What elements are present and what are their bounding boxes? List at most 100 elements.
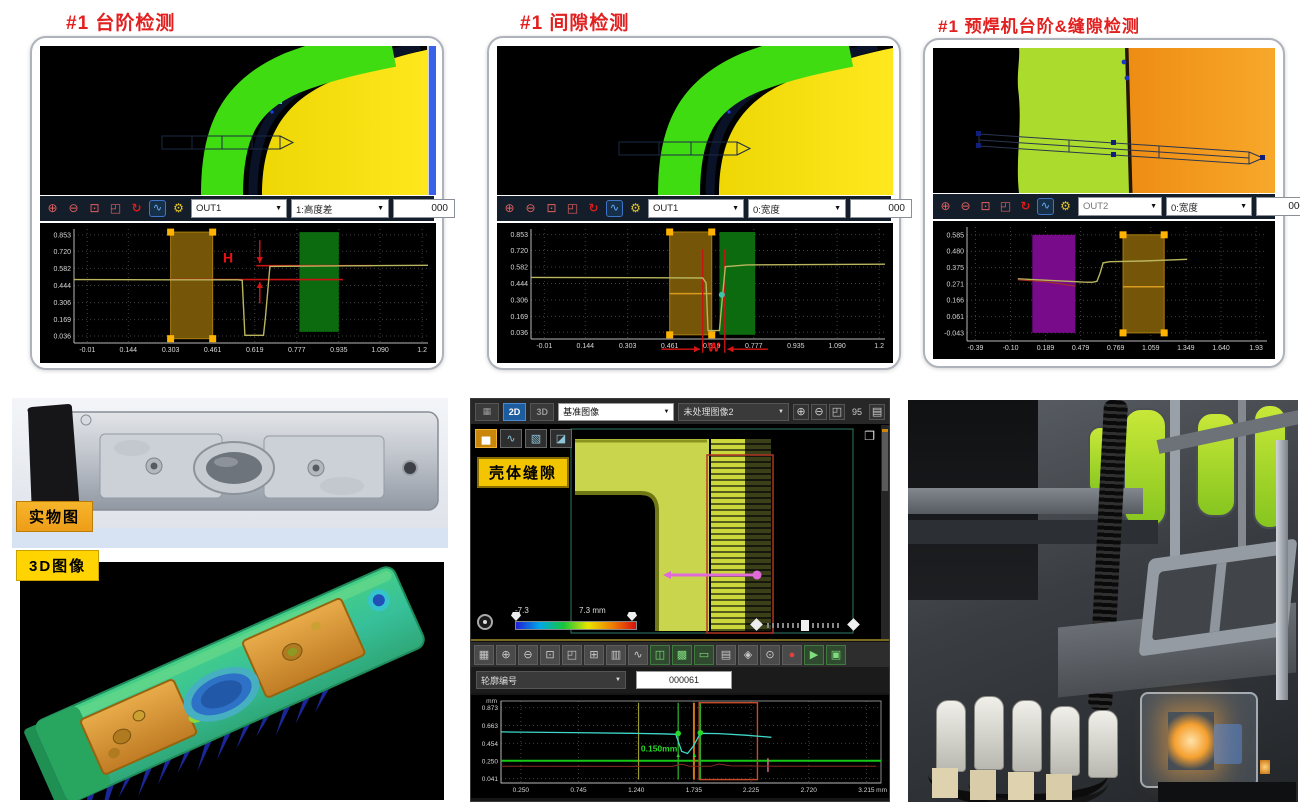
export-icon[interactable]: ▤ <box>869 404 885 420</box>
svg-text:-0.10: -0.10 <box>1003 345 1019 352</box>
zoom-area-icon[interactable]: ⊡ <box>540 645 560 665</box>
zoom-out-icon[interactable]: ⊖ <box>65 200 82 217</box>
fullscreen-icon[interactable]: ❐ <box>864 429 875 443</box>
profile-graph-icon[interactable]: ∿ <box>500 429 522 448</box>
color-mode-icon[interactable] <box>477 614 493 630</box>
palette-icon[interactable]: ⚙ <box>627 200 644 217</box>
zoom-in-icon[interactable]: ⊕ <box>44 200 61 217</box>
step-out-select[interactable]: OUT1 <box>191 199 287 218</box>
step-toolbar: ⊕⊖⊡◰↻∿⚙ OUT1 1:高度差 000 <box>40 196 434 221</box>
svg-text:0.375: 0.375 <box>946 265 964 272</box>
svg-text:H: H <box>223 249 233 265</box>
stamp-icon[interactable]: ◪ <box>550 429 572 448</box>
profile-graph-icon[interactable]: ∿ <box>1037 198 1054 215</box>
zoom-fit-icon[interactable]: ◰ <box>564 200 581 217</box>
position-handle[interactable] <box>801 620 809 631</box>
prewelder-value-box[interactable]: 000 <box>1256 197 1300 216</box>
palette-icon[interactable]: ⚙ <box>1057 198 1074 215</box>
step-value-box[interactable]: 000 <box>393 199 455 218</box>
zoom-in-icon[interactable]: ⊕ <box>937 198 954 215</box>
roi-icon[interactable]: ▭ <box>694 645 714 665</box>
palette-icon[interactable]: ⚙ <box>170 200 187 217</box>
refresh-icon[interactable]: ↻ <box>128 200 145 217</box>
height-map-icon[interactable]: ▅ <box>475 429 497 448</box>
profile-icon[interactable]: ∿ <box>628 645 648 665</box>
gap-value-box[interactable]: 000 <box>850 199 912 218</box>
blue-module <box>1214 724 1242 764</box>
gap-out-select[interactable]: OUT1 <box>648 199 744 218</box>
frame-post <box>1170 400 1180 560</box>
indicator-glow <box>1260 760 1270 774</box>
grid-icon[interactable]: ▥ <box>606 645 626 665</box>
svg-text:0.250: 0.250 <box>513 787 530 794</box>
profile-graph-icon[interactable]: ∿ <box>149 200 166 217</box>
base-image-select[interactable]: 基准图像 <box>558 403 674 421</box>
tab-2d[interactable]: 2D <box>503 403 527 421</box>
zoom-area-icon[interactable]: ⊡ <box>543 200 560 217</box>
svg-text:1.640: 1.640 <box>1212 345 1230 352</box>
refresh-icon[interactable]: ↻ <box>585 200 602 217</box>
threed-label: 3D图像 <box>16 550 99 581</box>
select-icon[interactable]: ▦ <box>474 645 494 665</box>
prewelder-out-value: OUT2 <box>1083 201 1108 212</box>
gap-mode-select[interactable]: 0:宽度 <box>748 199 846 218</box>
zoom-out-icon[interactable]: ⊖ <box>518 645 538 665</box>
zoom-in-icon[interactable]: ⊕ <box>496 645 516 665</box>
color-scale-icon[interactable]: ▧ <box>525 429 547 448</box>
zoom-fit-icon[interactable]: ◰ <box>829 404 845 420</box>
profile-number-select[interactable]: 轮廓编号 <box>476 671 626 689</box>
color-scale-bar[interactable] <box>515 621 637 630</box>
profile-number-value[interactable]: 000061 <box>636 671 732 689</box>
inspector-viewport: ▅∿▧◪ 壳体缝隙 ❐ <box>471 425 889 641</box>
mask-icon[interactable]: ▩ <box>672 645 692 665</box>
svg-text:0.663: 0.663 <box>482 723 499 730</box>
svg-text:0.250: 0.250 <box>482 758 499 765</box>
view-grid-icon[interactable]: ▦ <box>475 403 499 421</box>
zoom-icon-group: ⊕⊖◰ <box>793 404 845 420</box>
prewelder-mode-select[interactable]: 0:宽度 <box>1166 197 1252 216</box>
prewelder-out-select[interactable]: OUT2 <box>1078 197 1162 216</box>
record-icon[interactable]: ● <box>782 645 802 665</box>
compare-icon[interactable]: ◫ <box>650 645 670 665</box>
viewport-scrollbar[interactable] <box>881 425 889 639</box>
pan-icon[interactable]: ⊞ <box>584 645 604 665</box>
step-mode-select[interactable]: 1:高度差 <box>291 199 389 218</box>
svg-text:0.585: 0.585 <box>946 232 964 239</box>
actuator-base <box>970 770 996 800</box>
layers-icon[interactable]: ▤ <box>716 645 736 665</box>
tab-3d[interactable]: 3D <box>530 403 554 421</box>
zoom-fit-icon[interactable]: ◰ <box>107 200 124 217</box>
zoom-out-icon[interactable]: ⊖ <box>811 404 827 420</box>
zoom-area-icon[interactable]: ⊡ <box>86 200 103 217</box>
refresh-icon[interactable]: ↻ <box>1017 198 1034 215</box>
svg-text:1.2: 1.2 <box>417 347 427 354</box>
zoom-area-icon[interactable]: ⊡ <box>977 198 994 215</box>
marker-icon[interactable]: ◈ <box>738 645 758 665</box>
profile-number-label: 轮廓编号 <box>481 674 517 687</box>
target-icon[interactable]: ⊙ <box>760 645 780 665</box>
gap-out-value: OUT1 <box>653 203 678 214</box>
svg-text:1.735: 1.735 <box>686 787 703 794</box>
shell-gap-label: 壳体缝隙 <box>477 457 569 488</box>
zoom-out-icon[interactable]: ⊖ <box>957 198 974 215</box>
scale-handle-low[interactable] <box>511 612 521 621</box>
svg-text:2.225: 2.225 <box>743 787 760 794</box>
actuator-base <box>1008 772 1034 800</box>
zoom-in-icon[interactable]: ⊕ <box>501 200 518 217</box>
zoom-fit-icon[interactable]: ◰ <box>997 198 1014 215</box>
svg-text:0.454: 0.454 <box>482 741 499 748</box>
report-icon[interactable]: ▣ <box>826 645 846 665</box>
scrollbar-thumb[interactable] <box>882 429 888 491</box>
svg-text:0.189: 0.189 <box>1037 345 1055 352</box>
step-mode-value: 1:高度差 <box>296 202 332 216</box>
svg-text:1.059: 1.059 <box>1142 345 1160 352</box>
profile-graph-icon[interactable]: ∿ <box>606 200 623 217</box>
export-icon[interactable]: ▶ <box>804 645 824 665</box>
processed-image-select[interactable]: 未处理图像2 <box>678 403 789 421</box>
zoom-out-icon[interactable]: ⊖ <box>522 200 539 217</box>
scale-max-label: 7.3 mm <box>579 606 606 615</box>
zoom-fit-icon[interactable]: ◰ <box>562 645 582 665</box>
zoom-in-icon[interactable]: ⊕ <box>793 404 809 420</box>
side-post <box>1276 440 1288 700</box>
step-title: #1 台阶检测 <box>66 8 175 35</box>
